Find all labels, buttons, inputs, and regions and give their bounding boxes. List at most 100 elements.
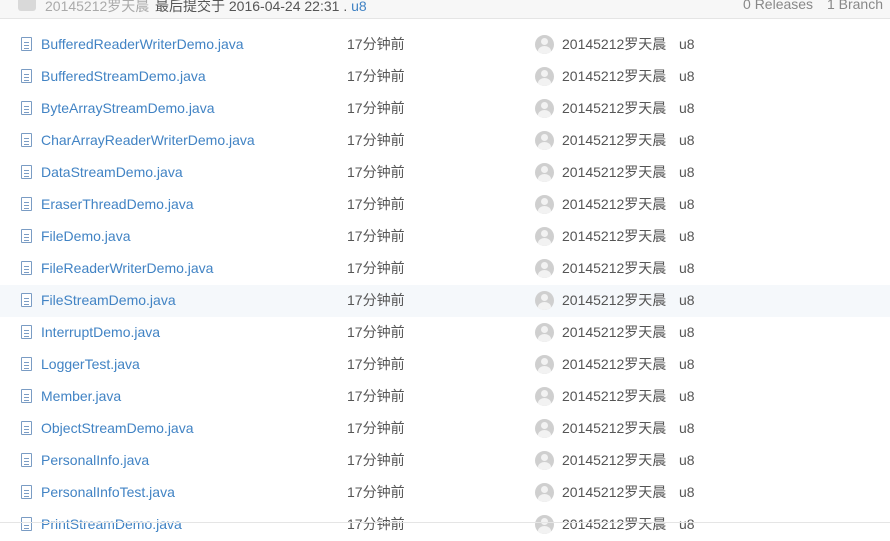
file-name-link[interactable]: BufferedStreamDemo.java — [41, 61, 206, 92]
file-committer-name[interactable]: 20145212罗天晨 — [562, 285, 666, 316]
releases-link[interactable]: 0 Releases — [743, 0, 813, 12]
file-icon — [21, 101, 32, 115]
user-avatar-icon[interactable] — [535, 323, 554, 342]
file-icon — [21, 133, 32, 147]
file-committer-name[interactable]: 20145212罗天晨 — [562, 221, 666, 252]
file-commit-message[interactable]: u8 — [679, 93, 695, 124]
user-avatar-icon[interactable] — [535, 99, 554, 118]
user-avatar-icon[interactable] — [535, 291, 554, 310]
user-avatar-icon[interactable] — [535, 515, 554, 534]
file-commit-message[interactable]: u8 — [679, 221, 695, 252]
file-updated-time: 17分钟前 — [347, 292, 405, 308]
user-avatar-icon[interactable] — [535, 451, 554, 470]
file-commit-message[interactable]: u8 — [679, 157, 695, 188]
file-name-link[interactable]: PrintStreamDemo.java — [41, 509, 182, 540]
file-committer-name[interactable]: 20145212罗天晨 — [562, 189, 666, 220]
file-committer-name[interactable]: 20145212罗天晨 — [562, 349, 666, 380]
file-name-link[interactable]: Member.java — [41, 381, 121, 412]
file-icon — [21, 165, 32, 179]
user-avatar-icon[interactable] — [535, 35, 554, 54]
file-row[interactable]: BufferedReaderWriterDemo.java 17分钟前 2014… — [0, 29, 890, 61]
file-updated-time: 17分钟前 — [347, 100, 405, 116]
user-avatar-icon[interactable] — [535, 67, 554, 86]
file-commit-message[interactable]: u8 — [679, 285, 695, 316]
file-name-link[interactable]: PersonalInfo.java — [41, 445, 149, 476]
file-name-link[interactable]: InterruptDemo.java — [41, 317, 160, 348]
file-commit-message[interactable]: u8 — [679, 445, 695, 476]
file-committer-name[interactable]: 20145212罗天晨 — [562, 253, 666, 284]
file-committer-name[interactable]: 20145212罗天晨 — [562, 445, 666, 476]
file-name-link[interactable]: EraserThreadDemo.java — [41, 189, 194, 220]
file-committer-name[interactable]: 20145212罗天晨 — [562, 413, 666, 444]
user-avatar-icon[interactable] — [535, 195, 554, 214]
file-row[interactable]: EraserThreadDemo.java 17分钟前 20145212罗天晨 … — [0, 189, 890, 221]
file-commit-message[interactable]: u8 — [679, 61, 695, 92]
file-name-link[interactable]: ObjectStreamDemo.java — [41, 413, 194, 444]
file-committer-name[interactable]: 20145212罗天晨 — [562, 157, 666, 188]
last-commit-hash[interactable]: u8 — [351, 0, 367, 14]
file-committer-name[interactable]: 20145212罗天晨 — [562, 381, 666, 412]
file-committer-name[interactable]: 20145212罗天晨 — [562, 317, 666, 348]
file-committer-name[interactable]: 20145212罗天晨 — [562, 29, 666, 60]
file-row[interactable]: FileDemo.java 17分钟前 20145212罗天晨 u8 — [0, 221, 890, 253]
file-commit-message[interactable]: u8 — [679, 125, 695, 156]
committer-avatar-icon — [18, 0, 36, 11]
file-committer-name[interactable]: 20145212罗天晨 — [562, 93, 666, 124]
file-commit-message[interactable]: u8 — [679, 253, 695, 284]
file-commit-message[interactable]: u8 — [679, 477, 695, 508]
committer-name[interactable]: 20145212罗天晨 — [45, 0, 149, 16]
user-avatar-icon[interactable] — [535, 419, 554, 438]
file-committer-name[interactable]: 20145212罗天晨 — [562, 509, 666, 540]
file-row[interactable]: PersonalInfoTest.java 17分钟前 20145212罗天晨 … — [0, 477, 890, 509]
file-updated-time: 17分钟前 — [347, 228, 405, 244]
file-row[interactable]: ByteArrayStreamDemo.java 17分钟前 20145212罗… — [0, 93, 890, 125]
user-avatar-icon[interactable] — [535, 387, 554, 406]
file-commit-message[interactable]: u8 — [679, 317, 695, 348]
latest-commit-bar: 20145212罗天晨 最后提交于 2016-04-24 22:31 . u8 … — [0, 0, 890, 19]
file-icon — [21, 453, 32, 467]
user-avatar-icon[interactable] — [535, 259, 554, 278]
file-commit-message[interactable]: u8 — [679, 413, 695, 444]
file-name-link[interactable]: FileReaderWriterDemo.java — [41, 253, 213, 284]
file-row[interactable]: InterruptDemo.java 17分钟前 20145212罗天晨 u8 — [0, 317, 890, 349]
file-committer-name[interactable]: 20145212罗天晨 — [562, 61, 666, 92]
file-commit-message[interactable]: u8 — [679, 189, 695, 220]
user-avatar-icon[interactable] — [535, 483, 554, 502]
file-icon — [21, 389, 32, 403]
repo-stats: 0 Releases 1 Branch — [733, 0, 883, 12]
file-name-link[interactable]: FileDemo.java — [41, 221, 130, 252]
file-row[interactable]: PersonalInfo.java 17分钟前 20145212罗天晨 u8 — [0, 445, 890, 477]
file-committer-name[interactable]: 20145212罗天晨 — [562, 477, 666, 508]
file-icon — [21, 69, 32, 83]
file-row[interactable]: PrintStreamDemo.java 17分钟前 20145212罗天晨 u… — [0, 509, 890, 541]
user-avatar-icon[interactable] — [535, 355, 554, 374]
file-commit-message[interactable]: u8 — [679, 29, 695, 60]
file-row[interactable]: FileReaderWriterDemo.java 17分钟前 20145212… — [0, 253, 890, 285]
file-commit-message[interactable]: u8 — [679, 509, 695, 540]
user-avatar-icon[interactable] — [535, 131, 554, 150]
file-row[interactable]: Member.java 17分钟前 20145212罗天晨 u8 — [0, 381, 890, 413]
file-name-link[interactable]: ByteArrayStreamDemo.java — [41, 93, 215, 124]
file-icon — [21, 421, 32, 435]
file-updated-time: 17分钟前 — [347, 452, 405, 468]
file-name-link[interactable]: BufferedReaderWriterDemo.java — [41, 29, 244, 60]
file-commit-message[interactable]: u8 — [679, 381, 695, 412]
file-name-link[interactable]: LoggerTest.java — [41, 349, 140, 380]
file-updated-time: 17分钟前 — [347, 356, 405, 372]
user-avatar-icon[interactable] — [535, 227, 554, 246]
branches-link[interactable]: 1 Branch — [827, 0, 883, 12]
file-row[interactable]: LoggerTest.java 17分钟前 20145212罗天晨 u8 — [0, 349, 890, 381]
file-committer-name[interactable]: 20145212罗天晨 — [562, 125, 666, 156]
file-icon — [21, 229, 32, 243]
file-row[interactable]: CharArrayReaderWriterDemo.java 17分钟前 201… — [0, 125, 890, 157]
file-commit-message[interactable]: u8 — [679, 349, 695, 380]
file-row[interactable]: FileStreamDemo.java 17分钟前 20145212罗天晨 u8 — [0, 285, 890, 317]
file-name-link[interactable]: DataStreamDemo.java — [41, 157, 183, 188]
file-name-link[interactable]: CharArrayReaderWriterDemo.java — [41, 125, 255, 156]
file-row[interactable]: BufferedStreamDemo.java 17分钟前 20145212罗天… — [0, 61, 890, 93]
file-row[interactable]: ObjectStreamDemo.java 17分钟前 20145212罗天晨 … — [0, 413, 890, 445]
file-name-link[interactable]: PersonalInfoTest.java — [41, 477, 175, 508]
file-row[interactable]: DataStreamDemo.java 17分钟前 20145212罗天晨 u8 — [0, 157, 890, 189]
file-name-link[interactable]: FileStreamDemo.java — [41, 285, 176, 316]
user-avatar-icon[interactable] — [535, 163, 554, 182]
